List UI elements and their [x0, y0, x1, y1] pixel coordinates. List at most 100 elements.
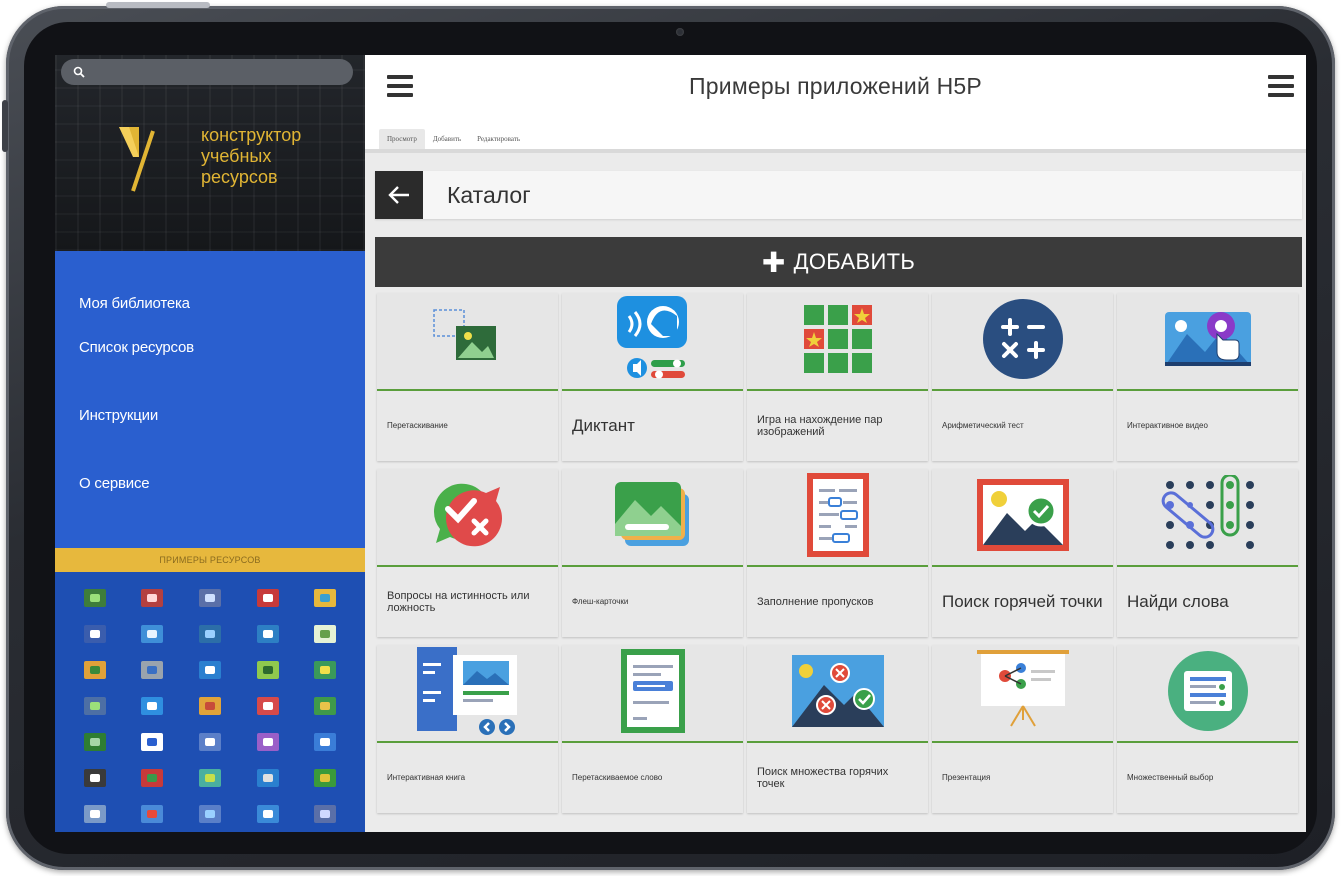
- catalog-card[interactable]: Множественный выбор: [1117, 645, 1298, 813]
- catalog-title: Каталог: [447, 181, 531, 208]
- card-label: Поиск горячей точки: [932, 567, 1113, 637]
- card-image: [747, 469, 928, 567]
- card-image: [932, 645, 1113, 743]
- card-image: [932, 293, 1113, 391]
- catalog-card[interactable]: Интерактивное видео: [1117, 293, 1298, 461]
- back-button[interactable]: [375, 171, 423, 219]
- example-resource-icon[interactable]: [198, 805, 221, 823]
- example-resource-icon[interactable]: [198, 769, 221, 787]
- example-resource-icon[interactable]: [256, 733, 279, 751]
- example-resource-icon[interactable]: [314, 805, 337, 823]
- example-resource-icon[interactable]: [256, 589, 279, 607]
- card-label: Интерактивное видео: [1117, 391, 1298, 461]
- tabs-bar: Просмотр Добавить Редактировать: [365, 117, 1306, 153]
- card-image: [562, 645, 743, 743]
- example-resource-icon[interactable]: [314, 625, 337, 643]
- search-input[interactable]: [61, 59, 353, 85]
- arrow-left-icon: [388, 186, 409, 204]
- card-image: [562, 469, 743, 567]
- sidebar-item-resources[interactable]: Список ресурсов: [55, 313, 365, 381]
- sidebar-item-instructions[interactable]: Инструкции: [55, 381, 365, 449]
- example-resource-icon[interactable]: [141, 661, 164, 679]
- example-resource-icon[interactable]: [83, 625, 106, 643]
- catalog-card[interactable]: Игра на нахождение пар изображений: [747, 293, 928, 461]
- example-resource-icon[interactable]: [83, 589, 106, 607]
- sidebar-item-about[interactable]: О сервисе: [55, 449, 365, 517]
- example-resource-icon[interactable]: [256, 769, 279, 787]
- catalog-card[interactable]: Арифметический тест: [932, 293, 1113, 461]
- find-words-icon: [1160, 473, 1256, 560]
- example-resource-icon[interactable]: [141, 769, 164, 787]
- example-resource-icon[interactable]: [141, 697, 164, 715]
- tablet-top-button: [106, 2, 210, 8]
- sidebar-item-library[interactable]: Моя библиотека: [55, 263, 365, 313]
- catalog-card[interactable]: Поиск горячей точки: [932, 469, 1113, 637]
- catalog-card[interactable]: Презентация: [932, 645, 1113, 813]
- card-label: Интерактивная книга: [377, 743, 558, 813]
- example-resource-icon[interactable]: [141, 733, 164, 751]
- catalog-card[interactable]: Вопросы на истинность или ложность: [377, 469, 558, 637]
- card-image: [377, 293, 558, 391]
- add-button[interactable]: ✚ ДОБАВИТЬ: [375, 237, 1302, 287]
- tab-edit[interactable]: Редактировать: [469, 129, 528, 149]
- catalog-card[interactable]: Заполнение пропусков: [747, 469, 928, 637]
- example-resource-icon[interactable]: [198, 733, 221, 751]
- plus-icon: ✚: [761, 246, 786, 278]
- example-resource-icon[interactable]: [141, 805, 164, 823]
- catalog-card[interactable]: Перетаскивание: [377, 293, 558, 461]
- catalog-card[interactable]: Интерактивная книга: [377, 645, 558, 813]
- example-resource-icon[interactable]: [256, 697, 279, 715]
- drag-words-icon: [619, 647, 687, 740]
- catalog-card[interactable]: Поиск множества горячих точек: [747, 645, 928, 813]
- example-resource-icon[interactable]: [83, 805, 106, 823]
- example-resource-icon[interactable]: [256, 625, 279, 643]
- top-bar: Примеры приложений H5P: [365, 55, 1306, 117]
- tab-view[interactable]: Просмотр: [379, 129, 425, 149]
- menu-icon-right[interactable]: [1268, 75, 1294, 97]
- dictation-icon: [611, 294, 695, 389]
- example-resource-icon[interactable]: [314, 661, 337, 679]
- example-resource-icon[interactable]: [256, 805, 279, 823]
- example-resource-icon[interactable]: [83, 697, 106, 715]
- example-resource-icon[interactable]: [83, 661, 106, 679]
- catalog-cards: Перетаскивание Диктант Игра на нахождение …: [377, 293, 1302, 813]
- example-resource-icon[interactable]: [314, 697, 337, 715]
- true-false-icon: [426, 473, 510, 562]
- multiple-choice-icon: [1166, 649, 1250, 738]
- brand-line: учебных: [201, 146, 272, 166]
- card-label: Игра на нахождение пар изображений: [747, 391, 928, 461]
- example-resource-icon[interactable]: [314, 589, 337, 607]
- memory-game-icon: [802, 303, 874, 380]
- example-resource-icon[interactable]: [198, 625, 221, 643]
- card-label: Найди слова: [1117, 567, 1298, 637]
- arithmetic-icon: [981, 297, 1065, 386]
- catalog-card[interactable]: Найди слова: [1117, 469, 1298, 637]
- menu-icon[interactable]: [387, 75, 413, 97]
- card-label: Вопросы на истинность или ложность: [377, 567, 558, 637]
- card-image: [932, 469, 1113, 567]
- interactive-book-icon: [413, 643, 523, 744]
- example-resource-icon[interactable]: [314, 769, 337, 787]
- example-resource-icon[interactable]: [198, 589, 221, 607]
- example-resource-icon[interactable]: [83, 769, 106, 787]
- sidebar-header: конструктор учебных ресурсов: [55, 55, 365, 252]
- examples-icon-grid: [55, 572, 365, 832]
- catalog-card[interactable]: Флеш-карточки: [562, 469, 743, 637]
- sidebar-nav: Моя библиотека Список ресурсов Инструкци…: [55, 251, 365, 548]
- card-image: [1117, 645, 1298, 743]
- catalog-card[interactable]: Перетаскиваемое слово: [562, 645, 743, 813]
- example-resource-icon[interactable]: [141, 625, 164, 643]
- example-resource-icon[interactable]: [198, 661, 221, 679]
- example-resource-icon[interactable]: [83, 733, 106, 751]
- sidebar: конструктор учебных ресурсов Моя библиот…: [55, 55, 365, 832]
- example-resource-icon[interactable]: [256, 661, 279, 679]
- example-resource-icon[interactable]: [314, 733, 337, 751]
- example-resource-icon[interactable]: [198, 697, 221, 715]
- card-label: Флеш-карточки: [562, 567, 743, 637]
- tab-add[interactable]: Добавить: [425, 129, 469, 149]
- fill-blanks-icon: [805, 471, 871, 564]
- example-resource-icon[interactable]: [141, 589, 164, 607]
- brand-name: конструктор учебных ресурсов: [201, 125, 341, 188]
- catalog-card[interactable]: Диктант: [562, 293, 743, 461]
- drag-drop-icon: [428, 304, 508, 379]
